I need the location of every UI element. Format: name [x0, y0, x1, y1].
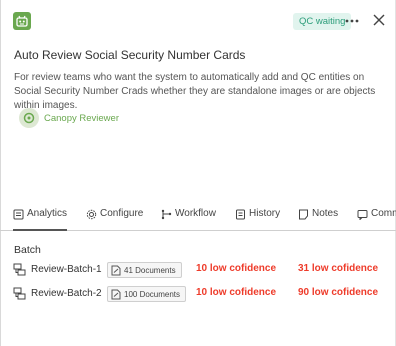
batch-icon: [13, 263, 26, 276]
comments-icon: [357, 210, 368, 220]
low-confidence-count: 10 low cofidence: [196, 263, 277, 274]
tab-notes[interactable]: Notes: [298, 203, 338, 231]
document-icon: [111, 265, 121, 275]
tab-label: Analytics: [27, 208, 68, 219]
creator-name: Canopy Reviewer: [44, 112, 119, 124]
more-horizontal-icon[interactable]: [343, 12, 361, 30]
low-confidence-count: 90 low cofidence: [298, 287, 379, 298]
low-confidence-count: 31 low cofidence: [298, 263, 379, 274]
batch-icon: [13, 287, 26, 300]
creator-link[interactable]: Canopy Reviewer: [19, 108, 119, 128]
avatar: [19, 108, 39, 128]
batch-name-link[interactable]: Review-Batch-2: [31, 288, 102, 299]
tab-comments[interactable]: Comm: [357, 203, 396, 231]
batch-section-label: Batch: [14, 244, 41, 256]
tab-workflow[interactable]: Workflow: [161, 203, 216, 231]
document-icon: [111, 289, 121, 299]
batch-row: Review-Batch-1 41 Documents 10 low cofid…: [13, 262, 396, 278]
tab-bar: Analytics Configure Workflow History Not…: [0, 203, 396, 231]
documents-badge[interactable]: 41 Documents: [107, 262, 182, 278]
robot-icon: [13, 12, 31, 30]
tab-label: Comm: [371, 208, 396, 219]
documents-badge[interactable]: 100 Documents: [107, 286, 187, 302]
page-title: Auto Review Social Security Number Cards: [14, 48, 246, 62]
project-description: For review teams who want the system to …: [14, 72, 376, 111]
low-confidence-count: 10 low cofidence: [196, 287, 277, 298]
batch-name-link[interactable]: Review-Batch-1: [31, 264, 102, 275]
tab-label: Workflow: [175, 208, 216, 219]
batch-row: Review-Batch-2 100 Documents 10 low cofi…: [13, 286, 396, 302]
analytics-icon: [13, 209, 24, 220]
gear-icon: [86, 209, 97, 220]
documents-count: 41 Documents: [124, 265, 176, 275]
tab-configure[interactable]: Configure: [86, 203, 143, 231]
notes-icon: [299, 209, 308, 220]
close-icon[interactable]: [370, 11, 388, 29]
documents-count: 100 Documents: [124, 289, 181, 299]
tab-analytics[interactable]: Analytics: [13, 203, 68, 231]
tab-label: Configure: [100, 208, 144, 219]
panel-left-border: [0, 0, 1, 346]
tab-label: Notes: [312, 208, 339, 219]
tab-history[interactable]: History: [235, 203, 280, 231]
workflow-icon: [161, 209, 172, 220]
tab-label: History: [249, 208, 281, 219]
history-icon: [236, 209, 245, 220]
